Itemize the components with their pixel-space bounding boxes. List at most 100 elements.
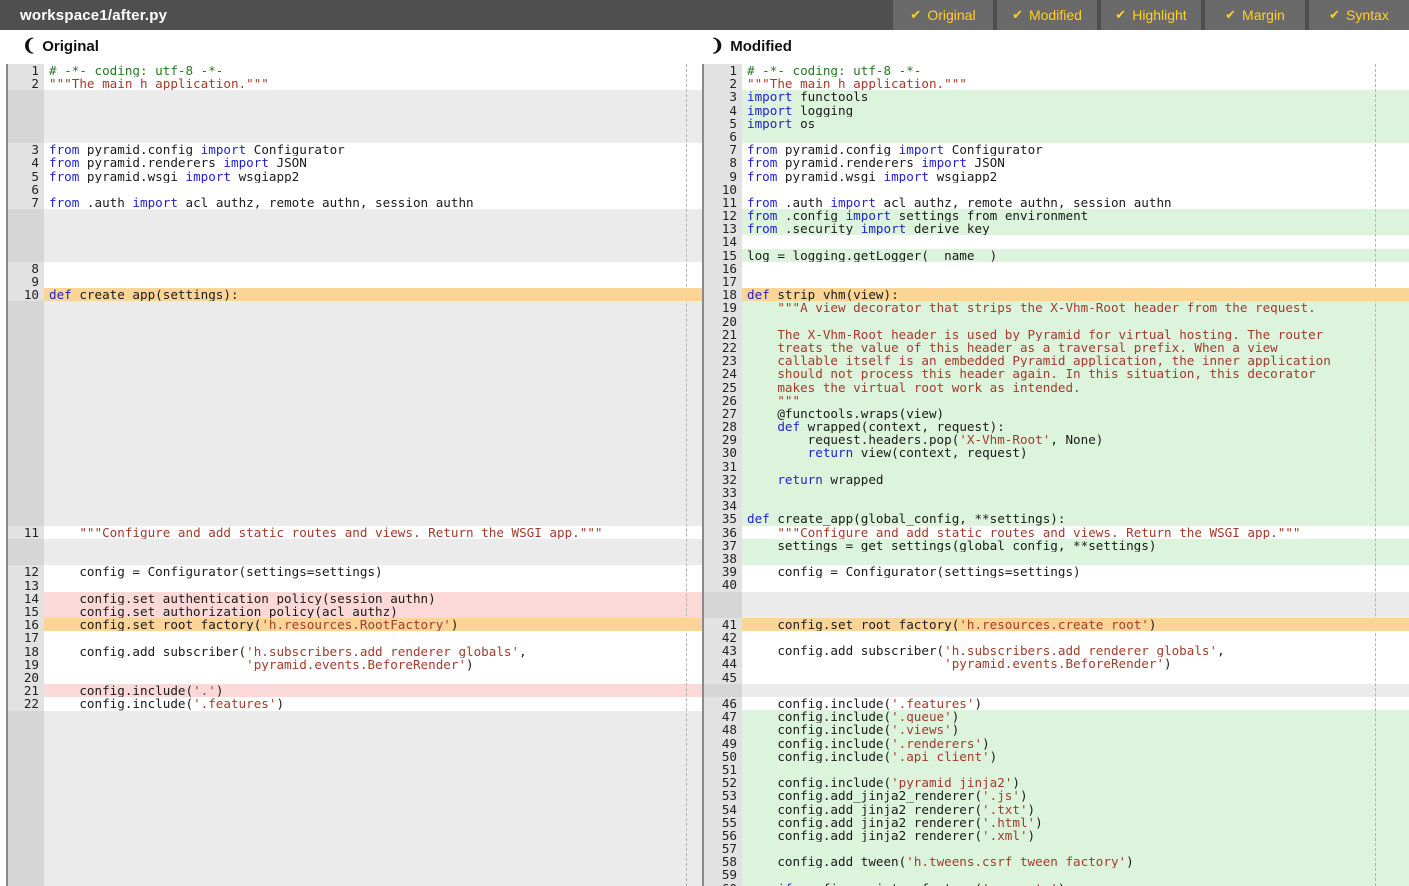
code-text[interactable]: """A view decorator that strips the X-Vh… xyxy=(742,301,1409,314)
code-text[interactable] xyxy=(742,315,1409,328)
code-text[interactable]: """ xyxy=(742,394,1409,407)
line-number: 17 xyxy=(6,631,44,644)
code-text[interactable]: from pyramid.wsgi import wsgiapp2 xyxy=(44,170,702,183)
code-text[interactable]: def create_app(settings): xyxy=(44,288,702,301)
code-text[interactable]: settings = get_settings(global_config, *… xyxy=(742,539,1409,552)
toggle-modified-button[interactable]: ✔ Modified xyxy=(997,0,1097,30)
code-text[interactable] xyxy=(742,262,1409,275)
line-number: 49 xyxy=(702,737,742,750)
code-text[interactable]: log = logging.getLogger(__name__) xyxy=(742,249,1409,262)
code-text[interactable]: def create_app(global_config, **settings… xyxy=(742,512,1409,525)
code-text[interactable] xyxy=(44,262,702,275)
code-line-original-19: 19 'pyramid.events.BeforeRender') xyxy=(0,658,702,671)
code-text[interactable]: from pyramid.config import Configurator xyxy=(44,143,702,156)
code-text[interactable] xyxy=(742,552,1409,565)
code-text[interactable] xyxy=(44,275,702,288)
code-text[interactable] xyxy=(742,578,1409,591)
code-text[interactable]: config = Configurator(settings=settings) xyxy=(44,565,702,578)
code-text[interactable]: from pyramid.renderers import JSON xyxy=(44,156,702,169)
code-text[interactable]: config.add_jinja2_renderer('.js') xyxy=(742,789,1409,802)
code-text[interactable]: config.include('.') xyxy=(44,684,702,697)
code-text[interactable]: config.add_jinja2_renderer('.xml') xyxy=(742,829,1409,842)
code-text[interactable]: if config.registry.feature('accounts'): xyxy=(742,882,1409,886)
code-text[interactable]: def strip_vhm(view): xyxy=(742,288,1409,301)
code-text[interactable]: config.set_root_factory('h.resources.cre… xyxy=(742,618,1409,631)
code-text[interactable]: config.set_root_factory('h.resources.Roo… xyxy=(44,618,702,631)
code-text[interactable] xyxy=(742,235,1409,248)
code-text[interactable]: """The main h application.""" xyxy=(742,77,1409,90)
code-line-modified-1: 1# -*- coding: utf-8 -*- xyxy=(702,64,1409,77)
code-line-modified-48: 48 config.include('.views') xyxy=(702,723,1409,736)
code-text[interactable] xyxy=(742,275,1409,288)
code-text[interactable] xyxy=(742,842,1409,855)
code-text[interactable]: from pyramid.config import Configurator xyxy=(742,143,1409,156)
code-line-original-21: 21 config.include('.') xyxy=(0,684,702,697)
code-text[interactable]: config.add_subscriber('h.subscribers.add… xyxy=(742,644,1409,657)
code-text[interactable]: request.headers.pop('X-Vhm-Root', None) xyxy=(742,433,1409,446)
code-text[interactable]: treats the value of this header as a tra… xyxy=(742,341,1409,354)
code-text[interactable]: """Configure and add static routes and v… xyxy=(44,526,702,539)
toggle-highlight-button[interactable]: ✔ Highlight xyxy=(1101,0,1201,30)
code-text[interactable] xyxy=(44,579,702,592)
code-text[interactable]: from .auth import acl_authz, remote_auth… xyxy=(44,196,702,209)
code-text[interactable]: """The main h application.""" xyxy=(44,77,702,90)
code-text[interactable]: from .security import derive_key xyxy=(742,222,1409,235)
toggle-syntax-button[interactable]: ✔ Syntax xyxy=(1309,0,1409,30)
code-text[interactable]: return view(context, request) xyxy=(742,446,1409,459)
code-text[interactable]: # -*- coding: utf-8 -*- xyxy=(742,64,1409,77)
code-text[interactable]: config.add_jinja2_renderer('.txt') xyxy=(742,803,1409,816)
code-text[interactable]: callable itself is an embedded Pyramid a… xyxy=(742,354,1409,367)
code-text[interactable] xyxy=(742,868,1409,881)
code-text[interactable]: config.set_authentication_policy(session… xyxy=(44,592,702,605)
code-text[interactable]: config.add_jinja2_renderer('.html') xyxy=(742,816,1409,829)
code-text[interactable] xyxy=(742,486,1409,499)
code-text[interactable]: from pyramid.wsgi import wsgiapp2 xyxy=(742,170,1409,183)
code-text[interactable]: should not process this header again. In… xyxy=(742,367,1409,380)
code-text[interactable] xyxy=(742,183,1409,196)
code-text[interactable]: import functools xyxy=(742,90,1409,103)
code-text[interactable]: config = Configurator(settings=settings) xyxy=(742,565,1409,578)
code-text[interactable]: from .auth import acl_authz, remote_auth… xyxy=(742,196,1409,209)
code-text[interactable]: 'pyramid.events.BeforeRender') xyxy=(44,658,702,671)
code-text[interactable] xyxy=(742,671,1409,684)
code-text[interactable]: 'pyramid.events.BeforeRender') xyxy=(742,657,1409,670)
code-text[interactable]: config.include('.queue') xyxy=(742,710,1409,723)
code-line-modified-6: 6 xyxy=(702,130,1409,143)
toggle-margin-button[interactable]: ✔ Margin xyxy=(1205,0,1305,30)
line-number: 19 xyxy=(702,301,742,314)
code-text[interactable]: config.add_subscriber('h.subscribers.add… xyxy=(44,645,702,658)
code-text[interactable]: @functools.wraps(view) xyxy=(742,407,1409,420)
code-line-modified-22: 22 treats the value of this header as a … xyxy=(702,341,1409,354)
toggle-original-button[interactable]: ✔ Original xyxy=(893,0,993,30)
code-text[interactable] xyxy=(44,671,702,684)
code-text[interactable] xyxy=(742,130,1409,143)
code-text[interactable]: config.include('.renderers') xyxy=(742,737,1409,750)
code-text[interactable]: config.include('.features') xyxy=(742,697,1409,710)
code-line-modified-34: 34 xyxy=(702,499,1409,512)
code-text[interactable] xyxy=(742,499,1409,512)
line-number: 11 xyxy=(6,526,44,539)
code-text[interactable]: config.include('.features') xyxy=(44,697,702,710)
code-text[interactable] xyxy=(742,631,1409,644)
code-text[interactable]: config.include('.views') xyxy=(742,723,1409,736)
code-text[interactable]: config.include('pyramid_jinja2') xyxy=(742,776,1409,789)
code-text[interactable] xyxy=(44,631,702,644)
code-text[interactable]: # -*- coding: utf-8 -*- xyxy=(44,64,702,77)
code-text[interactable] xyxy=(44,183,702,196)
code-text[interactable]: config.add_tween('h.tweens.csrf_tween_fa… xyxy=(742,855,1409,868)
code-text[interactable] xyxy=(742,460,1409,473)
code-text[interactable]: The X-Vhm-Root header is used by Pyramid… xyxy=(742,328,1409,341)
code-line-modified-56: 56 config.add_jinja2_renderer('.xml') xyxy=(702,829,1409,842)
code-text[interactable]: from pyramid.renderers import JSON xyxy=(742,156,1409,169)
code-text[interactable]: from .config import settings_from_enviro… xyxy=(742,209,1409,222)
code-text[interactable] xyxy=(742,763,1409,776)
code-text[interactable]: import logging xyxy=(742,104,1409,117)
code-text[interactable]: config.include('.api_client') xyxy=(742,750,1409,763)
code-text[interactable]: """Configure and add static routes and v… xyxy=(742,526,1409,539)
filler-area xyxy=(44,539,702,565)
code-text[interactable]: return wrapped xyxy=(742,473,1409,486)
code-text[interactable]: makes the virtual root work as intended. xyxy=(742,381,1409,394)
code-text[interactable]: import os xyxy=(742,117,1409,130)
code-text[interactable]: config.set_authorization_policy(acl_auth… xyxy=(44,605,702,618)
code-text[interactable]: def wrapped(context, request): xyxy=(742,420,1409,433)
